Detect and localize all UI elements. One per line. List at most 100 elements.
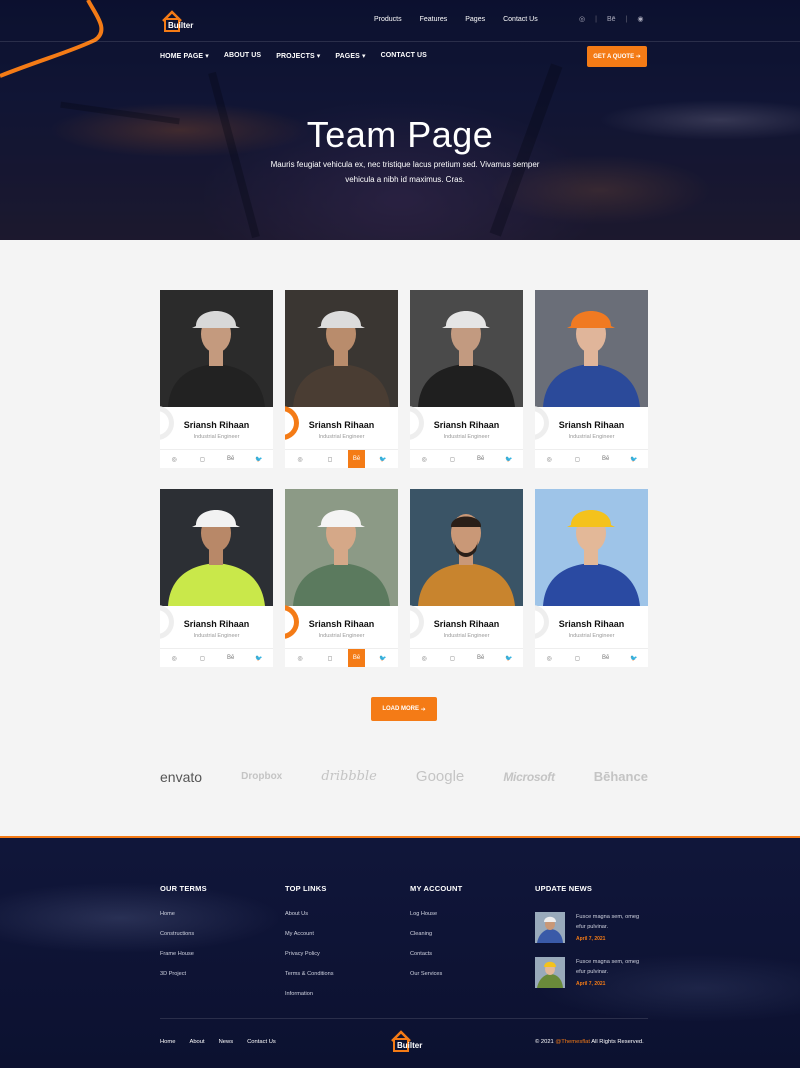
news-item[interactable]: Fusce magna sem, omeg efur pulvinar. Apri… <box>535 957 648 991</box>
team-card[interactable]: Sriansh Rihaan Industrial Engineer ◎ ◻ Bē 🐦 <box>410 489 523 667</box>
member-socials: ◎ ◻ Bē 🐦 <box>535 449 648 468</box>
member-photo <box>160 489 273 606</box>
nav-item-contact-us[interactable]: CONTACT US <box>381 52 427 60</box>
nav-item-home-page[interactable]: HOME PAGE ▾ <box>160 52 209 60</box>
team-card[interactable]: Sriansh Rihaan Industrial Engineer ◎ ◻ Bē 🐦 <box>285 290 398 468</box>
member-photo-frame <box>535 489 648 606</box>
twitter-icon[interactable]: 🐦 <box>620 649 648 667</box>
pinterest-icon[interactable]: ◉ <box>637 15 643 23</box>
nav-item-projects[interactable]: PROJECTS ▾ <box>276 52 320 60</box>
footer-nav-home[interactable]: Home <box>160 1039 175 1045</box>
behance-icon[interactable]: Bē <box>592 450 620 468</box>
footer-link-list: About Us My Account Privacy Policy Terms & … <box>285 911 334 1011</box>
instagram-icon[interactable]: ◻ <box>188 649 216 667</box>
footer-link[interactable]: Our Services <box>410 971 462 991</box>
team-card[interactable]: Sriansh Rihaan Industrial Engineer ◎ ◻ Bē 🐦 <box>535 489 648 667</box>
load-more-label: LOAD MORE <box>382 706 419 712</box>
footer-link[interactable]: 3D Project <box>160 971 207 991</box>
instagram-icon[interactable]: ◻ <box>188 450 216 468</box>
behance-icon[interactable]: Bē <box>607 16 616 23</box>
footer-link[interactable]: Frame House <box>160 951 207 971</box>
instagram-icon[interactable]: ◻ <box>315 649 345 667</box>
twitter-icon[interactable]: 🐦 <box>245 649 273 667</box>
dribbble-icon[interactable]: ◎ <box>410 450 438 468</box>
instagram-icon[interactable]: ◻ <box>563 450 591 468</box>
twitter-icon[interactable]: 🐦 <box>245 450 273 468</box>
behance-icon[interactable]: Bē <box>348 649 365 667</box>
top-link-pages[interactable]: Pages <box>465 16 485 23</box>
footer-link[interactable]: Privacy Policy <box>285 951 334 971</box>
nav-item-label: HOME PAGE <box>160 53 204 60</box>
instagram-icon[interactable]: ◻ <box>438 450 466 468</box>
team-card[interactable]: Sriansh Rihaan Industrial Engineer ◎ ◻ Bē 🐦 <box>410 290 523 468</box>
get-a-quote-button[interactable]: GET A QUOTE ➔ <box>587 46 647 67</box>
footer-column-title: OUR TERMS <box>160 884 207 893</box>
team-card[interactable]: Sriansh Rihaan Industrial Engineer ◎ ◻ Bē 🐦 <box>160 489 273 667</box>
team-card[interactable]: Sriansh Rihaan Industrial Engineer ◎ ◻ Bē 🐦 <box>160 290 273 468</box>
behance-icon[interactable]: Bē <box>217 450 245 468</box>
nav-item-about-us[interactable]: ABOUT US <box>224 52 261 60</box>
footer-bottom-nav: Home About News Contact Us <box>160 1039 276 1045</box>
dribbble-icon[interactable]: ◎ <box>535 649 563 667</box>
twitter-icon[interactable]: 🐦 <box>495 450 523 468</box>
page-title: Team Page <box>306 114 494 155</box>
quote-button-label: GET A QUOTE <box>593 53 635 60</box>
top-link-features[interactable]: Features <box>420 16 448 23</box>
behance-icon[interactable]: Bē <box>467 649 495 667</box>
team-card[interactable]: Sriansh Rihaan Industrial Engineer ◎ ◻ Bē 🐦 <box>285 489 398 667</box>
footer-link[interactable]: Information <box>285 991 334 1011</box>
footer-nav-contact-us[interactable]: Contact Us <box>247 1039 276 1045</box>
twitter-icon[interactable]: 🐦 <box>368 649 398 667</box>
footer-column-title: TOP LINKS <box>285 884 327 893</box>
behance-icon[interactable]: Bē <box>348 450 365 468</box>
footer-link[interactable]: Constructions <box>160 931 207 951</box>
behance-icon[interactable]: Bē <box>467 450 495 468</box>
nav-item-pages[interactable]: PAGES ▾ <box>335 52 365 60</box>
footer-nav-news[interactable]: News <box>219 1039 234 1045</box>
member-name: Sriansh Rihaan <box>308 619 375 629</box>
footer-logo[interactable]: Builter <box>389 1029 423 1055</box>
copyright-brand-link[interactable]: @Themesflat <box>555 1039 590 1045</box>
member-name: Sriansh Rihaan <box>558 420 625 430</box>
chevron-down-icon: ▾ <box>359 53 366 60</box>
twitter-icon[interactable]: 🐦 <box>495 649 523 667</box>
twitter-icon[interactable]: 🐦 <box>620 450 648 468</box>
dribbble-icon[interactable]: ◎ <box>579 15 585 23</box>
twitter-icon[interactable]: 🐦 <box>368 450 398 468</box>
instagram-icon[interactable]: ◻ <box>438 649 466 667</box>
dribbble-icon[interactable]: ◎ <box>160 450 188 468</box>
top-socials: ◎ | Bē | ◉ <box>579 15 643 24</box>
footer-link[interactable]: Home <box>160 911 207 931</box>
footer-link[interactable]: About Us <box>285 911 334 931</box>
envato-logo: envato <box>160 768 203 785</box>
dribbble-icon[interactable]: ◎ <box>285 450 315 468</box>
member-name: Sriansh Rihaan <box>183 420 250 430</box>
load-more-button[interactable]: LOAD MORE ➔ <box>371 697 437 721</box>
footer-link[interactable]: Contacts <box>410 951 462 971</box>
instagram-icon[interactable]: ◻ <box>563 649 591 667</box>
footer-link[interactable]: My Account <box>285 931 334 951</box>
behance-icon[interactable]: Bē <box>217 649 245 667</box>
footer-link[interactable]: Terms & Conditions <box>285 971 334 991</box>
builter-logo[interactable]: Builter <box>160 9 194 35</box>
footer-column: MY ACCOUNT Log House Cleaning Contacts Our S… <box>410 884 462 991</box>
dribbble-icon[interactable]: ◎ <box>160 649 188 667</box>
top-links: Products Features Pages Contact Us <box>374 16 538 23</box>
member-name: Sriansh Rihaan <box>183 619 250 629</box>
dribbble-icon[interactable]: ◎ <box>535 450 563 468</box>
dribbble-icon[interactable]: ◎ <box>285 649 315 667</box>
top-link-contact-us[interactable]: Contact Us <box>503 16 538 23</box>
behance-icon[interactable]: Bē <box>592 649 620 667</box>
dribbble-icon[interactable]: ◎ <box>410 649 438 667</box>
footer-column-title: MY ACCOUNT <box>410 884 463 893</box>
footer-nav-about[interactable]: About <box>189 1039 204 1045</box>
footer-link[interactable]: Log House <box>410 911 462 931</box>
separator: | <box>595 15 597 23</box>
instagram-icon[interactable]: ◻ <box>315 450 345 468</box>
google-logo: Google <box>415 768 465 785</box>
top-link-products[interactable]: Products <box>374 16 402 23</box>
team-card[interactable]: Sriansh Rihaan Industrial Engineer ◎ ◻ Bē 🐦 <box>535 290 648 468</box>
footer-link[interactable]: Cleaning <box>410 931 462 951</box>
news-item[interactable]: Fusce magna sem, omeg efur pulvinar. Apri… <box>535 912 648 946</box>
nav-item-label: CONTACT US <box>380 52 427 59</box>
